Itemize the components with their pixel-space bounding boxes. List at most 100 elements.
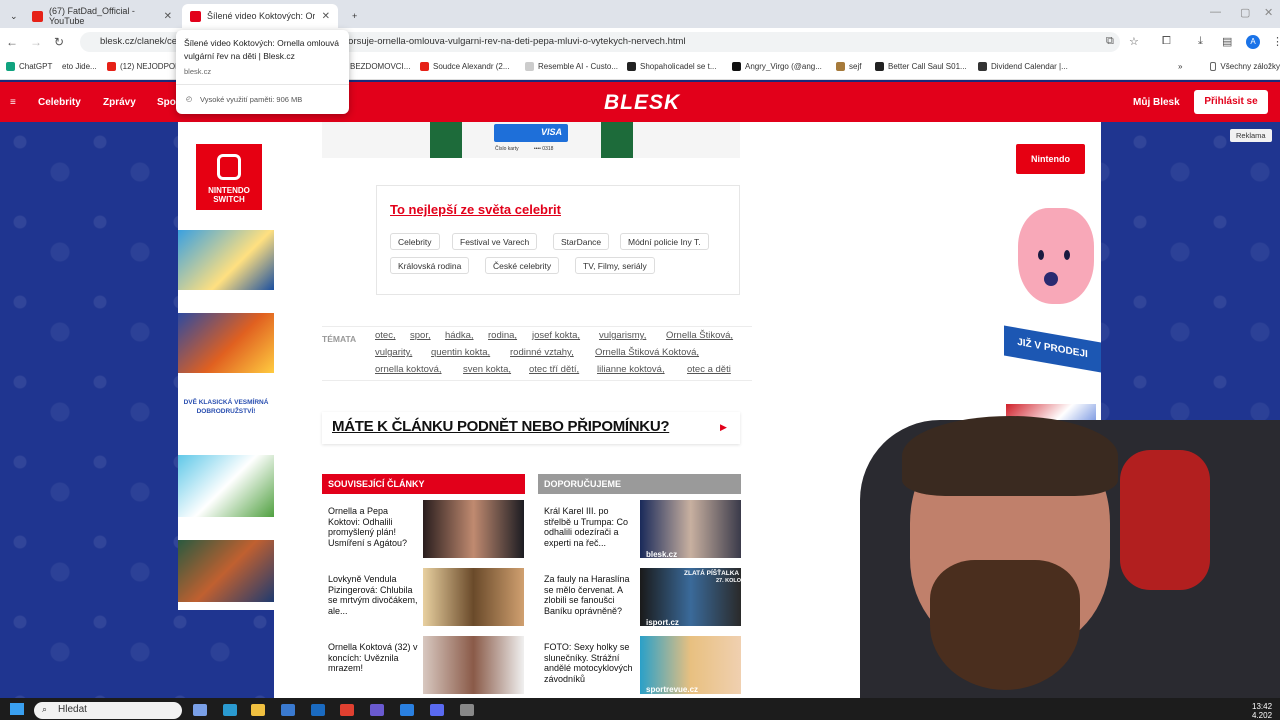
tab-blesk[interactable]: Šílené video Koktových: Ornella ✕ <box>182 4 338 28</box>
chrome-icon[interactable] <box>340 704 354 716</box>
related-article[interactable]: Ornella Koktová (32) v koncích: Uvěznila… <box>328 642 422 674</box>
feedback-link[interactable]: MÁTE K ČLÁNKU PODNĚT NEBO PŘIPOMÍNKU? <box>332 418 670 435</box>
maximize-icon[interactable]: ▢ <box>1240 6 1250 19</box>
folder-icon[interactable] <box>251 704 265 716</box>
profile-avatar[interactable]: A <box>1246 35 1260 49</box>
topic-tag[interactable]: vulgarismy, <box>599 330 646 341</box>
bookmark-item[interactable]: eto Jide... <box>62 62 97 71</box>
back-icon[interactable]: ← <box>6 35 18 49</box>
related-article-image[interactable] <box>423 568 524 626</box>
topic-tag[interactable]: rodina, <box>488 330 517 341</box>
chair-headrest <box>1120 450 1210 590</box>
bookmark-item[interactable]: Better Call Saul S01... <box>875 62 967 71</box>
ad-image[interactable] <box>178 455 274 517</box>
source-label: isport.cz <box>646 618 679 627</box>
badge-sub: 27. KOLO <box>716 578 742 584</box>
bookmark-item[interactable]: sejf <box>836 62 861 71</box>
chip-tv-filmy[interactable]: TV, Filmy, seriály <box>575 257 655 274</box>
taskbar-search[interactable]: Hledat <box>34 702 182 719</box>
close-window-icon[interactable]: ✕ <box>1264 6 1273 19</box>
ad-decoration <box>601 122 633 158</box>
bookmark-star-icon[interactable]: ☆ <box>1129 35 1139 48</box>
arrow-right-icon[interactable]: ▶ <box>720 422 727 433</box>
chip-modni-policie[interactable]: Módní policie Iny T. <box>620 233 709 250</box>
recommended-article[interactable]: Za fauly na Haraslína se mělo červenat. … <box>544 574 638 616</box>
cast-icon[interactable]: ▤ <box>1222 35 1232 48</box>
related-article[interactable]: Lovkyně Vendula Pizingerová: Chlubila se… <box>328 574 422 616</box>
discord-icon[interactable] <box>430 704 444 716</box>
tab-list-button[interactable]: ⌄ <box>2 4 18 28</box>
topic-tag[interactable]: otec, <box>375 330 396 341</box>
nintendo-switch-logo[interactable]: NINTENDO SWITCH <box>196 144 262 210</box>
obs-icon[interactable] <box>460 704 474 716</box>
topic-tag[interactable]: sven kokta, <box>463 364 511 375</box>
visa-logo: VISA <box>494 124 568 142</box>
topic-tag[interactable]: vulgarity, <box>375 347 412 358</box>
topic-tag[interactable]: otec a děti <box>687 364 731 375</box>
bookmark-item[interactable]: Soudce Alexandr (2... <box>420 62 510 71</box>
nintendo-logo[interactable]: Nintendo <box>1016 144 1085 174</box>
bookmark-item[interactable]: ChatGPT <box>6 62 52 71</box>
chip-ceske-celebrity[interactable]: České celebrity <box>485 257 560 274</box>
outlook-icon[interactable] <box>311 704 325 716</box>
topic-tag[interactable]: Ornella Štiková, <box>666 330 733 341</box>
install-icon[interactable]: ⧉ <box>1106 35 1114 48</box>
login-button[interactable]: Přihlásit se <box>1194 90 1268 114</box>
close-icon[interactable]: ✕ <box>322 11 330 22</box>
topic-tag[interactable]: Ornella Štiková Koktová, <box>595 347 699 358</box>
close-icon[interactable]: ✕ <box>164 11 172 22</box>
bookmark-item[interactable]: Shopaholicadel se t... <box>627 62 717 71</box>
new-tab-button[interactable]: + <box>344 4 365 28</box>
download-icon[interactable]: ⤓ <box>1198 35 1203 48</box>
nav-zpravy[interactable]: Zprávy <box>103 97 136 108</box>
ad-image[interactable] <box>178 230 274 290</box>
more-bookmarks-icon[interactable]: » <box>1178 62 1182 71</box>
recommended-article[interactable]: Král Karel III. po střelbě u Trumpa: Co … <box>544 506 638 548</box>
recommended-article[interactable]: FOTO: Sexy holky se slunečníky. Strážní … <box>544 642 638 684</box>
site-icon <box>525 62 534 71</box>
chip-stardance[interactable]: StarDance <box>553 233 610 250</box>
related-article-image[interactable] <box>423 500 524 558</box>
teams-icon[interactable] <box>370 704 384 716</box>
taskbar-app-icon[interactable] <box>400 704 414 716</box>
reload-icon[interactable]: ↻ <box>54 35 64 49</box>
my-blesk-link[interactable]: Můj Blesk <box>1133 97 1180 108</box>
related-article[interactable]: Ornella a Pepa Koktovi: Odhalili promyšl… <box>328 506 422 548</box>
topic-tag[interactable]: ornella koktová, <box>375 364 442 375</box>
edge-icon[interactable] <box>223 704 237 716</box>
bookmark-item[interactable]: (12) NEJODPOL... <box>107 62 186 71</box>
ad-image[interactable] <box>178 540 274 602</box>
hamburger-menu-icon[interactable]: ≡ <box>10 97 16 108</box>
tab-youtube[interactable]: (67) FatDad_Official - YouTube ✕ <box>24 4 180 28</box>
topic-tag[interactable]: spor, <box>410 330 431 341</box>
windows-start-icon[interactable] <box>10 703 24 715</box>
topic-tag[interactable]: quentin kokta, <box>431 347 490 358</box>
topic-tag[interactable]: rodinné vztahy, <box>510 347 574 358</box>
chip-kralovska-rodina[interactable]: Královská rodina <box>390 257 470 274</box>
topic-tag[interactable]: hádka, <box>445 330 474 341</box>
extensions-icon[interactable]: ⧠ <box>1162 35 1171 48</box>
bookmark-item[interactable]: Angry_Virgo (@ang... <box>732 62 822 71</box>
store-icon[interactable] <box>281 704 295 716</box>
related-article-image[interactable] <box>423 636 524 694</box>
bookmark-item[interactable]: Dividend Calendar |... <box>978 62 1068 71</box>
recommended-heading: DOPORUČUJEME <box>538 474 741 494</box>
chip-festival[interactable]: Festival ve Varech <box>452 233 538 250</box>
taskbar-app-icon[interactable] <box>193 704 207 716</box>
topic-tag[interactable]: lilianne koktová, <box>597 364 665 375</box>
forward-icon[interactable]: → <box>30 35 42 49</box>
nav-sport[interactable]: Spo <box>157 97 176 108</box>
minimize-icon[interactable]: — <box>1210 6 1221 18</box>
blesk-logo[interactable]: BLESK <box>604 91 680 115</box>
menu-icon[interactable]: ⋮ <box>1272 35 1280 48</box>
chip-celebrity[interactable]: Celebrity <box>390 233 440 250</box>
celebrity-box-title[interactable]: To nejlepší ze světa celebrit <box>390 202 561 217</box>
related-heading: SOUVISEJÍCÍ ČLÁNKY <box>322 474 525 494</box>
topic-tag[interactable]: otec tří dětí, <box>529 364 579 375</box>
bookmark-item[interactable]: Resemble AI - Custo... <box>525 62 618 71</box>
nav-celebrity[interactable]: Celebrity <box>38 97 81 108</box>
bookmark-item[interactable]: BEZDOMOVCI... <box>350 62 410 71</box>
topic-tag[interactable]: josef kokta, <box>532 330 580 341</box>
ad-image[interactable] <box>178 313 274 373</box>
all-bookmarks[interactable]: Všechny záložky <box>1210 62 1280 71</box>
